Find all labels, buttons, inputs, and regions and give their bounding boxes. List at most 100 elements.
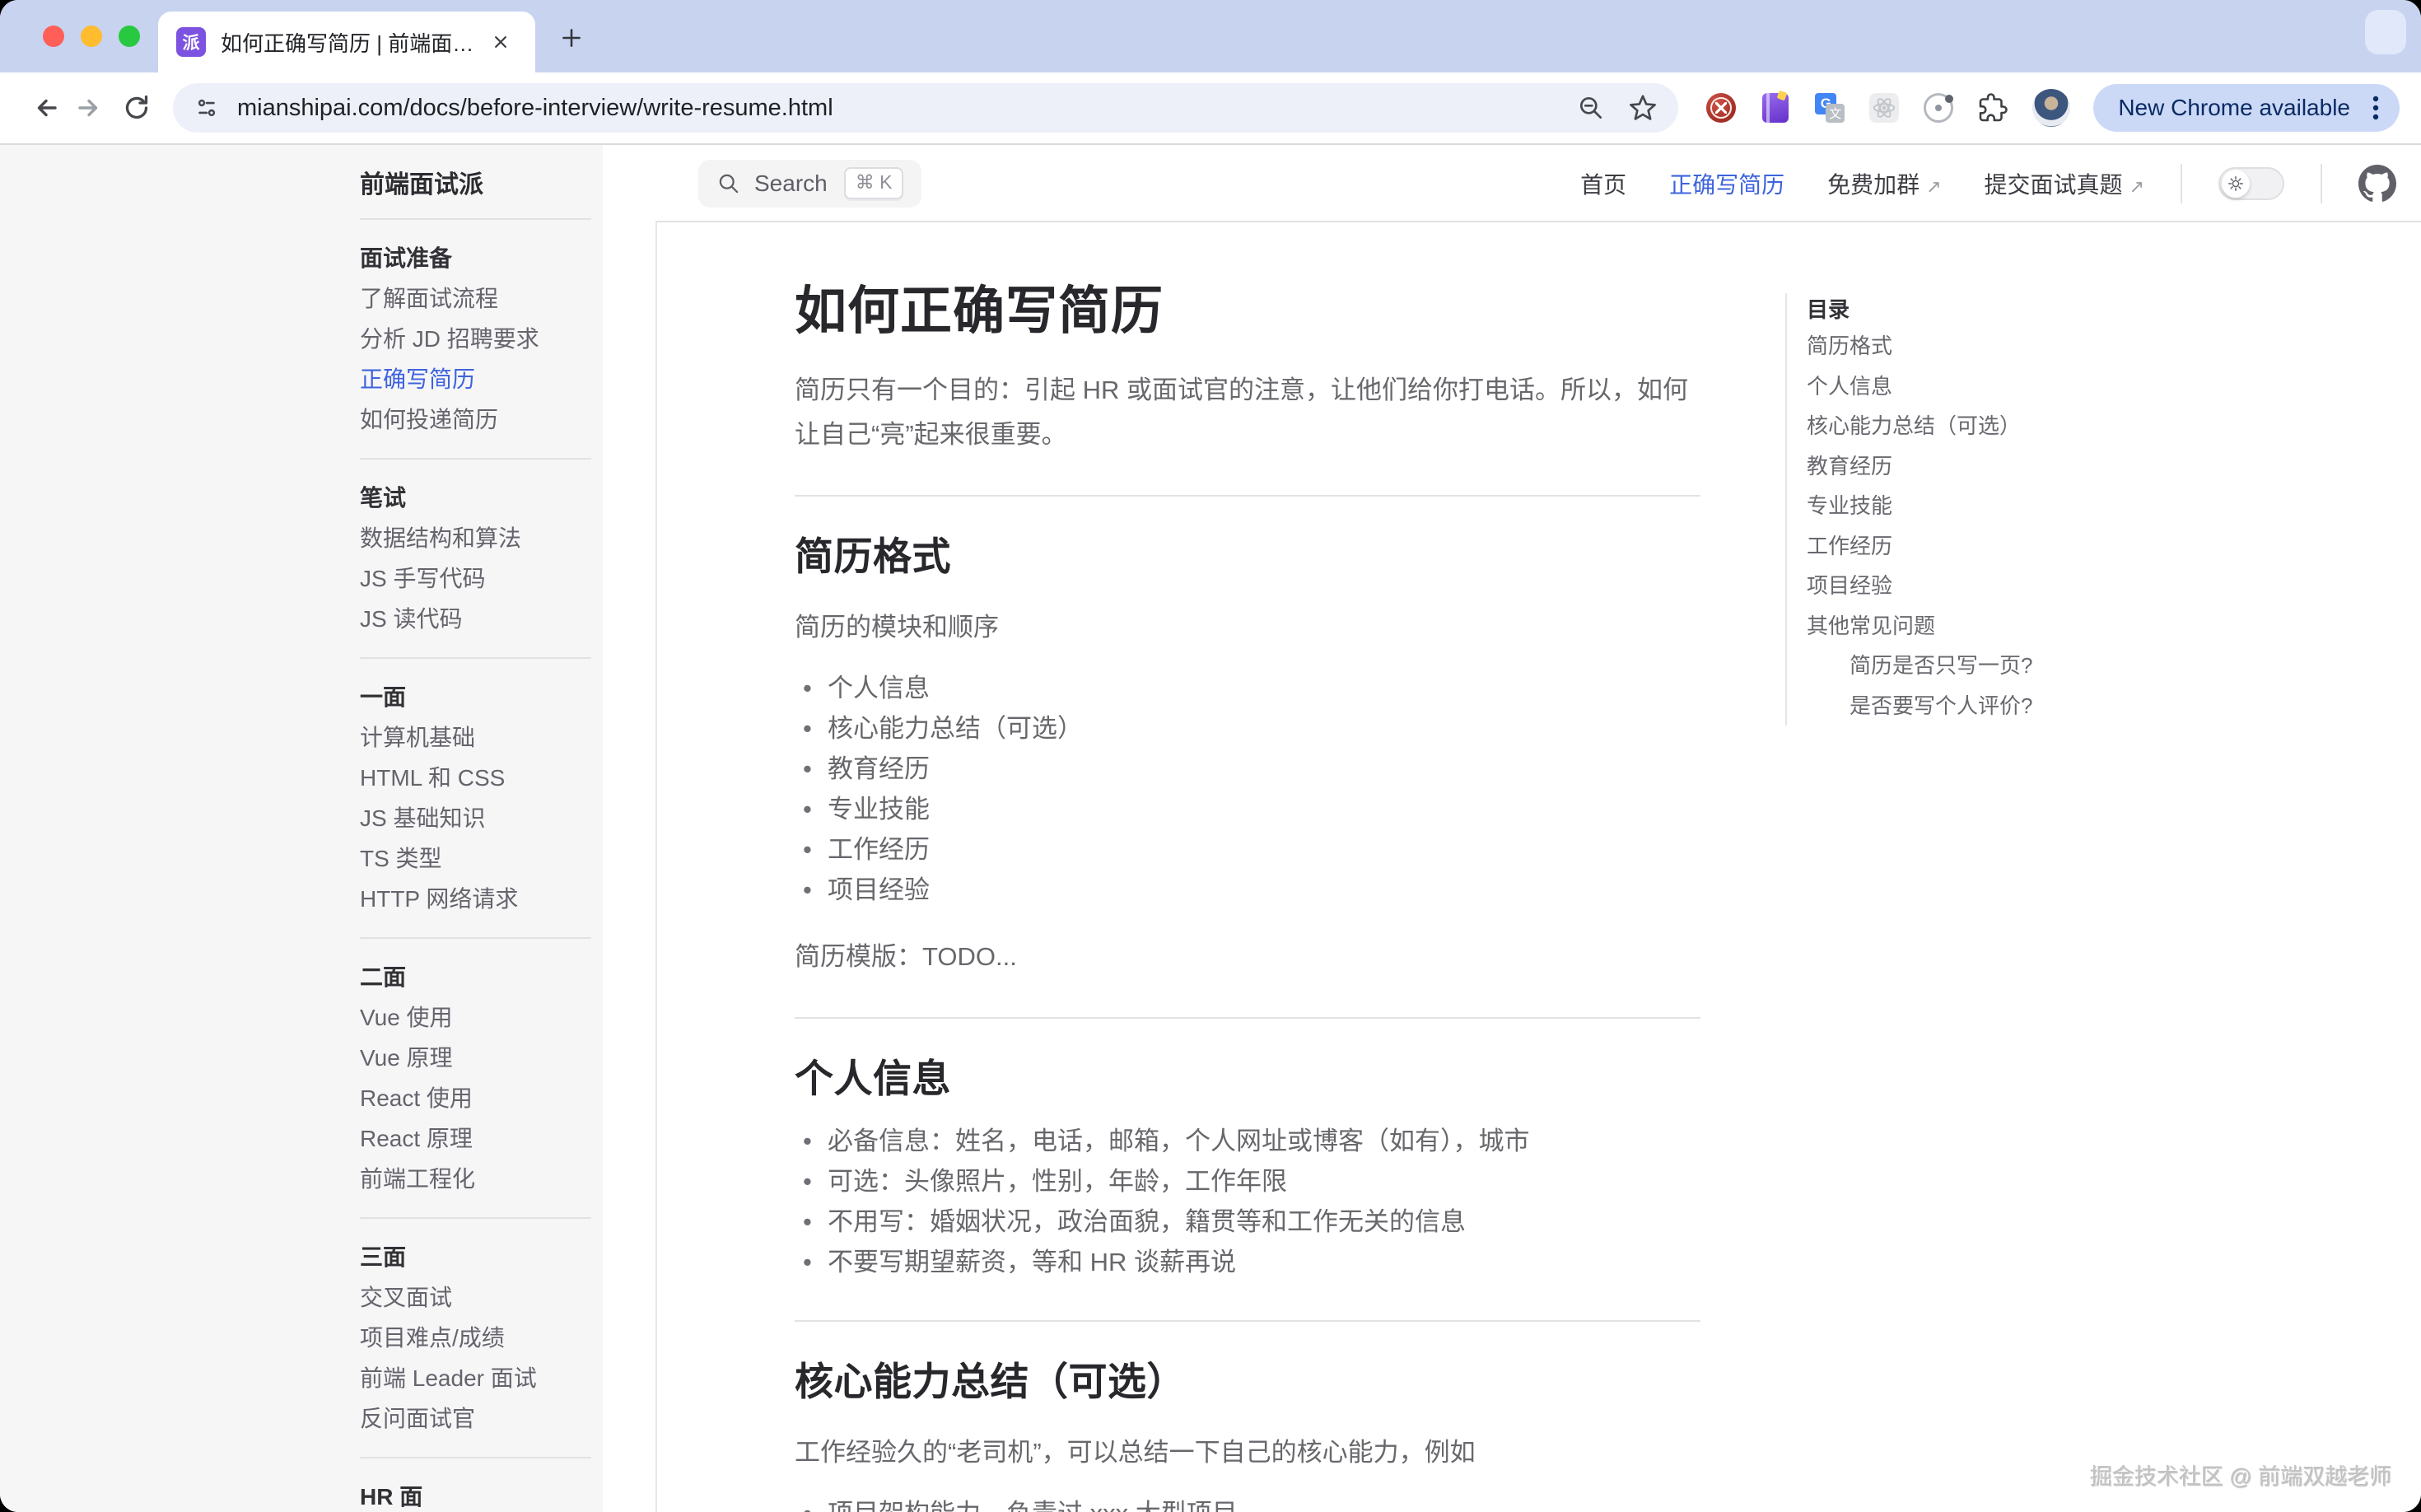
doc-content: 如何正确写简历 简历只有一个目的：引起 HR 或面试官的注意，让他们给你打电话。…	[795, 222, 1700, 1512]
section-heading-personal-info: 个人信息	[795, 1055, 1700, 1103]
sidebar-item[interactable]: Vue 使用	[360, 997, 591, 1038]
sidebar-section-title: 一面	[360, 677, 591, 717]
section-heading-resume-format: 简历格式	[795, 533, 1700, 581]
toc-item[interactable]: 核心能力总结（可选）	[1807, 406, 2082, 446]
sidebar-item[interactable]: 如何投递简历	[360, 399, 591, 440]
back-button[interactable]	[21, 85, 68, 131]
external-link-icon: ↗	[2129, 176, 2144, 198]
reload-button[interactable]	[114, 85, 160, 131]
nav-link-submit-questions[interactable]: 提交面试真题↗	[1985, 167, 2144, 200]
browser-toolbar: mianshipai.com/docs/before-interview/wri…	[0, 72, 2421, 145]
toc-item[interactable]: 工作经历	[1807, 526, 2082, 567]
juejin-extension-icon[interactable]	[1706, 93, 1736, 123]
tab-close-icon[interactable]	[484, 26, 517, 58]
page-content: 前端面试派 面试准备 了解面试流程 分析 JD 招聘要求 正确写简历 如何投递简…	[0, 145, 2421, 1512]
url-text[interactable]: mianshipai.com/docs/before-interview/wri…	[237, 95, 1576, 122]
sidebar-group-round2: 二面 Vue 使用 Vue 原理 React 使用 React 原理 前端工程化	[360, 939, 591, 1219]
divider	[2321, 164, 2322, 203]
theme-toggle[interactable]	[2218, 167, 2284, 200]
list-item: 专业技能	[828, 789, 1700, 829]
site-navbar: Search ⌘ K 首页 正确写简历 免费加群↗ 提交面试真题↗	[603, 145, 2421, 222]
sidebar-item-active[interactable]: 正确写简历	[360, 359, 591, 399]
sidebar-item[interactable]: 数据结构和算法	[360, 518, 591, 558]
sidebar-item[interactable]: JS 读代码	[360, 599, 591, 639]
chrome-update-button[interactable]: New Chrome available	[2093, 84, 2400, 132]
update-label: New Chrome available	[2118, 95, 2350, 121]
sidebar-item[interactable]: 了解面试流程	[360, 278, 591, 319]
toc-item[interactable]: 项目经验	[1807, 566, 2082, 606]
section-divider	[795, 1017, 1700, 1019]
tab-list-chevron-button[interactable]	[2365, 10, 2406, 54]
sidebar-section-title: HR 面	[360, 1477, 591, 1512]
list-item: 核心能力总结（可选）	[828, 708, 1700, 749]
extensions-row: G 文	[1706, 93, 2008, 123]
new-tab-button[interactable]	[553, 20, 590, 56]
extensions-puzzle-icon[interactable]	[1978, 93, 2008, 123]
sidebar-group-interview-prep: 面试准备 了解面试流程 分析 JD 招聘要求 正确写简历 如何投递简历	[360, 220, 591, 460]
minimize-window-button[interactable]	[81, 26, 102, 47]
sidebar-section-title: 二面	[360, 957, 591, 997]
site-settings-icon[interactable]	[193, 94, 221, 122]
github-link[interactable]	[2358, 165, 2396, 203]
toc-item[interactable]: 简历是否只写一页?	[1807, 646, 2082, 686]
list-item: 不要写期望薪资，等和 HR 谈薪再说	[828, 1242, 1700, 1282]
notebook-extension-icon[interactable]	[1762, 93, 1789, 123]
sidebar-item[interactable]: React 原理	[360, 1118, 591, 1159]
sidebar-item[interactable]: React 使用	[360, 1078, 591, 1118]
list-item: 可选：头像照片，性别，年龄，工作年限	[828, 1161, 1700, 1202]
url-bar[interactable]: mianshipai.com/docs/before-interview/wri…	[173, 83, 1678, 133]
sidebar-item[interactable]: 分析 JD 招聘要求	[360, 319, 591, 359]
search-button[interactable]: Search ⌘ K	[698, 160, 921, 208]
sidebar-item[interactable]: 前端 Leader 面试	[360, 1358, 591, 1398]
sidebar-item[interactable]: 计算机基础	[360, 717, 591, 758]
profile-avatar[interactable]	[2032, 89, 2070, 127]
kebab-menu-icon[interactable]	[2363, 91, 2388, 124]
sidebar-item[interactable]: 项目难点/成绩	[360, 1318, 591, 1358]
sidebar-item[interactable]: 前端工程化	[360, 1159, 591, 1199]
fullscreen-window-button[interactable]	[119, 26, 140, 47]
external-link-icon: ↗	[1926, 176, 1941, 198]
react-devtools-extension-icon[interactable]	[1869, 93, 1899, 123]
zoom-out-icon[interactable]	[1576, 93, 1606, 123]
sidebar-item[interactable]: HTML 和 CSS	[360, 758, 591, 798]
nav-link-home[interactable]: 首页	[1580, 167, 1626, 200]
section-tail: 简历模版：TODO...	[795, 935, 1700, 979]
toc-item[interactable]: 专业技能	[1807, 486, 2082, 526]
nav-link-resume[interactable]: 正确写简历	[1669, 167, 1784, 200]
sidebar-section-title: 面试准备	[360, 238, 591, 278]
toc-item[interactable]: 教育经历	[1807, 446, 2082, 487]
toc-item[interactable]: 简历格式	[1807, 326, 2082, 366]
sidebar-item[interactable]: 反问面试官	[360, 1398, 591, 1439]
toc-item[interactable]: 其他常见问题	[1807, 606, 2082, 646]
toc-item[interactable]: 个人信息	[1807, 366, 2082, 407]
sidebar-item[interactable]: Vue 原理	[360, 1038, 591, 1078]
section-lead: 工作经验久的“老司机”，可以总结一下自己的核心能力，例如	[795, 1430, 1700, 1475]
sidebar-item[interactable]: 交叉面试	[360, 1277, 591, 1318]
sidebar-section-title: 笔试	[360, 478, 591, 518]
tab-favicon: 派	[176, 27, 206, 57]
close-window-button[interactable]	[43, 26, 64, 47]
sidebar-item[interactable]: JS 基础知识	[360, 798, 591, 838]
list-item: 项目架构能力，负责过 xxx 大型项目	[828, 1493, 1700, 1512]
forward-button[interactable]	[68, 85, 114, 131]
section-heading-core-skills: 核心能力总结（可选）	[795, 1358, 1700, 1406]
site-logo[interactable]: 前端面试派	[360, 145, 591, 220]
bookmark-star-icon[interactable]	[1627, 92, 1658, 124]
intro-paragraph: 简历只有一个目的：引起 HR 或面试官的注意，让他们给你打电话。所以，如何让自己…	[795, 368, 1700, 457]
bullet-list: 个人信息 核心能力总结（可选） 教育经历 专业技能 工作经历 项目经验	[795, 668, 1700, 910]
sidebar-item[interactable]: JS 手写代码	[360, 558, 591, 599]
browser-tab[interactable]: 派 如何正确写简历 | 前端面试派	[158, 12, 535, 72]
nav-links: 首页 正确写简历 免费加群↗ 提交面试真题↗	[1537, 164, 2396, 203]
section-divider	[795, 495, 1700, 497]
bullet-list: 必备信息：姓名，电话，邮箱，个人网址或博客（如有），城市 可选：头像照片，性别，…	[795, 1121, 1700, 1282]
sidebar-item[interactable]: TS 类型	[360, 838, 591, 879]
toc-title: 目录	[1807, 293, 2082, 326]
nav-link-join-group[interactable]: 免费加群↗	[1827, 167, 1941, 200]
content-gutter-divider	[655, 222, 657, 1512]
sidebar-group-round3: 三面 交叉面试 项目难点/成绩 前端 Leader 面试 反问面试官	[360, 1219, 591, 1458]
sidebar-item[interactable]: HTTP 网络请求	[360, 879, 591, 919]
toc-item[interactable]: 是否要写个人评价?	[1807, 686, 2082, 726]
orbit-extension-icon[interactable]	[1924, 93, 1953, 123]
google-translate-extension-icon[interactable]: G 文	[1815, 93, 1845, 123]
list-item: 必备信息：姓名，电话，邮箱，个人网址或博客（如有），城市	[828, 1121, 1700, 1161]
